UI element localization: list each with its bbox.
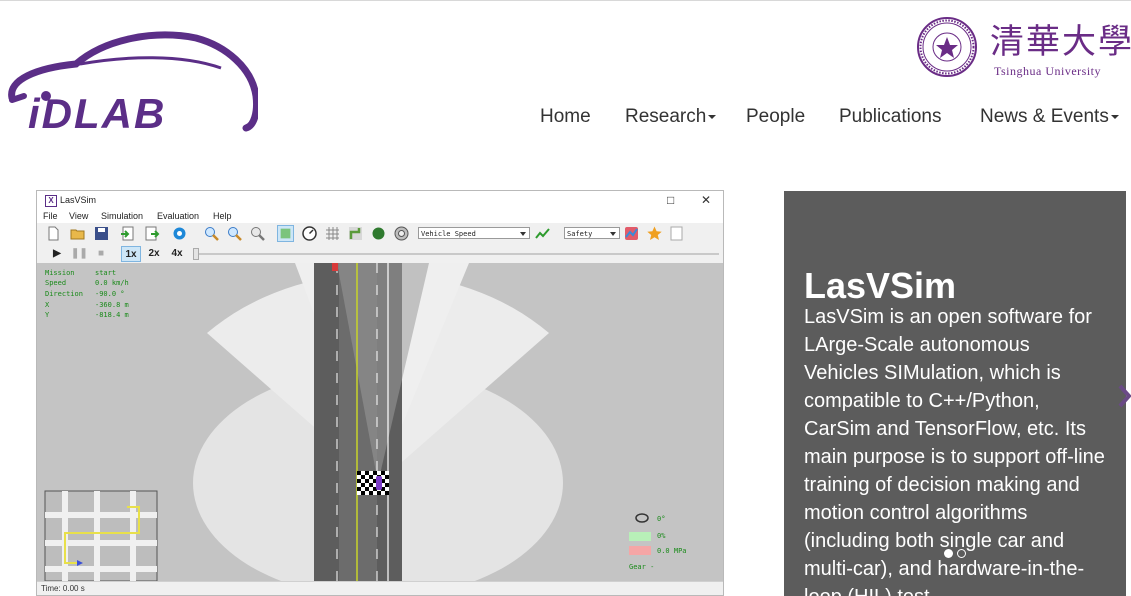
brake-value: 0.0 MPa (657, 547, 687, 555)
menu-file[interactable]: File (43, 211, 58, 221)
nav-home-label: Home (540, 106, 591, 127)
speed-4x-button[interactable]: 4x (167, 246, 187, 262)
playback-bar: ▶ ❚❚ ■ 1x 2x 4x (37, 245, 723, 263)
nav-publications[interactable]: Publications (839, 106, 941, 128)
timeline-slider[interactable] (193, 248, 199, 260)
gear-value: Gear - (629, 563, 655, 571)
tsinghua-seal-icon (917, 17, 977, 77)
university-name-cn: 清華大學 (990, 22, 1131, 62)
play-icon[interactable]: ▶ (49, 246, 65, 262)
steering-wheel-icon (635, 513, 649, 523)
caret-down-icon (708, 114, 717, 119)
zoom-in-icon[interactable] (203, 225, 220, 242)
report-icon[interactable] (668, 225, 685, 242)
settings-gear-icon[interactable] (171, 225, 188, 242)
timeline-track (193, 253, 719, 255)
nav-research[interactable]: Research (625, 106, 717, 128)
gauge-panel (629, 513, 651, 555)
menu-help[interactable]: Help (213, 211, 232, 221)
import-icon[interactable] (119, 225, 136, 242)
plot-signal-icon[interactable] (534, 225, 551, 242)
save-icon[interactable] (93, 225, 110, 242)
app-icon: X (45, 195, 57, 207)
brake-bar (629, 546, 651, 555)
nav-people[interactable]: People (746, 106, 805, 128)
nav-publications-label: Publications (839, 106, 942, 127)
nav-home[interactable]: Home (540, 106, 591, 128)
minimap[interactable] (44, 490, 158, 581)
app-statusbar: Time: 0.00 s (37, 581, 723, 595)
nav-people-label: People (746, 106, 806, 127)
open-folder-icon[interactable] (69, 225, 86, 242)
sensor-icon[interactable] (393, 225, 410, 242)
throttle-value: 0% (657, 532, 666, 540)
app-menubar: File View Simulation Evaluation Help (37, 210, 723, 223)
info-speed-value: 0.0 km/h (95, 279, 129, 287)
tsinghua-logo[interactable]: 清華大學 Tsinghua University (916, 14, 1131, 80)
vehicle-icon[interactable] (370, 225, 387, 242)
carousel-dot-2[interactable] (957, 549, 966, 558)
chart-icon[interactable] (623, 225, 640, 242)
simulation-view[interactable]: Mission start Speed 0.0 km/h Direction -… (37, 263, 723, 581)
simulation-canvas (44, 263, 651, 581)
carousel-dot-1[interactable] (944, 549, 953, 558)
throttle-bar (629, 532, 651, 541)
info-speed-label: Speed (45, 279, 67, 287)
maximize-icon[interactable]: □ (667, 193, 674, 207)
caption-title: LasVSim (804, 265, 957, 306)
university-name-en: Tsinghua University (994, 64, 1101, 78)
carousel-caption: LasVSim LasVSim is an open software for … (784, 191, 1126, 596)
info-mission-value: start (95, 269, 117, 277)
traffic-object (332, 263, 338, 271)
export-icon[interactable] (143, 225, 160, 242)
ego-vehicle (376, 476, 382, 490)
evaluation-select[interactable]: Safety (564, 227, 620, 239)
zoom-fit-icon[interactable] (249, 225, 266, 242)
info-x-value: -360.8 m (95, 301, 129, 309)
carousel-next-icon[interactable] (1117, 384, 1131, 408)
pause-icon[interactable]: ❚❚ (71, 246, 88, 262)
idlab-logo[interactable]: iDLAB (6, 28, 258, 132)
nav-research-label: Research (625, 106, 707, 127)
info-direction-value: -90.0 ° (95, 290, 125, 298)
caret-down-icon (1110, 114, 1119, 119)
route-icon[interactable] (347, 225, 364, 242)
stop-icon[interactable]: ■ (93, 246, 109, 262)
start-line (357, 471, 389, 495)
speedometer-icon[interactable] (301, 225, 318, 242)
logo-text: iDLAB (28, 90, 166, 132)
top-border (0, 0, 1131, 1)
zoom-out-icon[interactable] (226, 225, 243, 242)
new-file-icon[interactable] (45, 225, 62, 242)
signal-select[interactable]: Vehicle Speed (418, 227, 530, 239)
nav-news-events-label: News & Events (980, 106, 1109, 127)
steering-value: 0° (657, 515, 666, 523)
info-mission-label: Mission (45, 269, 75, 277)
lasvsim-app-screenshot[interactable]: X LasVSim □ ✕ File View Simulation Evalu… (36, 190, 724, 596)
close-icon[interactable]: ✕ (701, 193, 711, 207)
nav-news-events[interactable]: News & Events (980, 106, 1119, 128)
app-toolbar: Vehicle Speed Safety (37, 223, 723, 246)
info-direction-label: Direction (45, 290, 83, 298)
app-title: LasVSim (60, 195, 97, 205)
menu-simulation[interactable]: Simulation (101, 211, 143, 221)
speed-1x-button[interactable]: 1x (121, 246, 141, 262)
sim-time: Time: 0.00 s (41, 584, 85, 593)
menu-view[interactable]: View (69, 211, 88, 221)
star-icon[interactable] (646, 225, 663, 242)
menu-evaluation[interactable]: Evaluation (157, 211, 199, 221)
speed-2x-button[interactable]: 2x (144, 246, 164, 262)
info-y-value: -818.4 m (95, 311, 129, 319)
app-titlebar: X LasVSim □ ✕ (37, 191, 723, 211)
grid-icon[interactable] (324, 225, 341, 242)
info-x-label: X (45, 301, 50, 309)
info-y-label: Y (45, 311, 50, 319)
map-view-icon[interactable] (277, 225, 294, 242)
